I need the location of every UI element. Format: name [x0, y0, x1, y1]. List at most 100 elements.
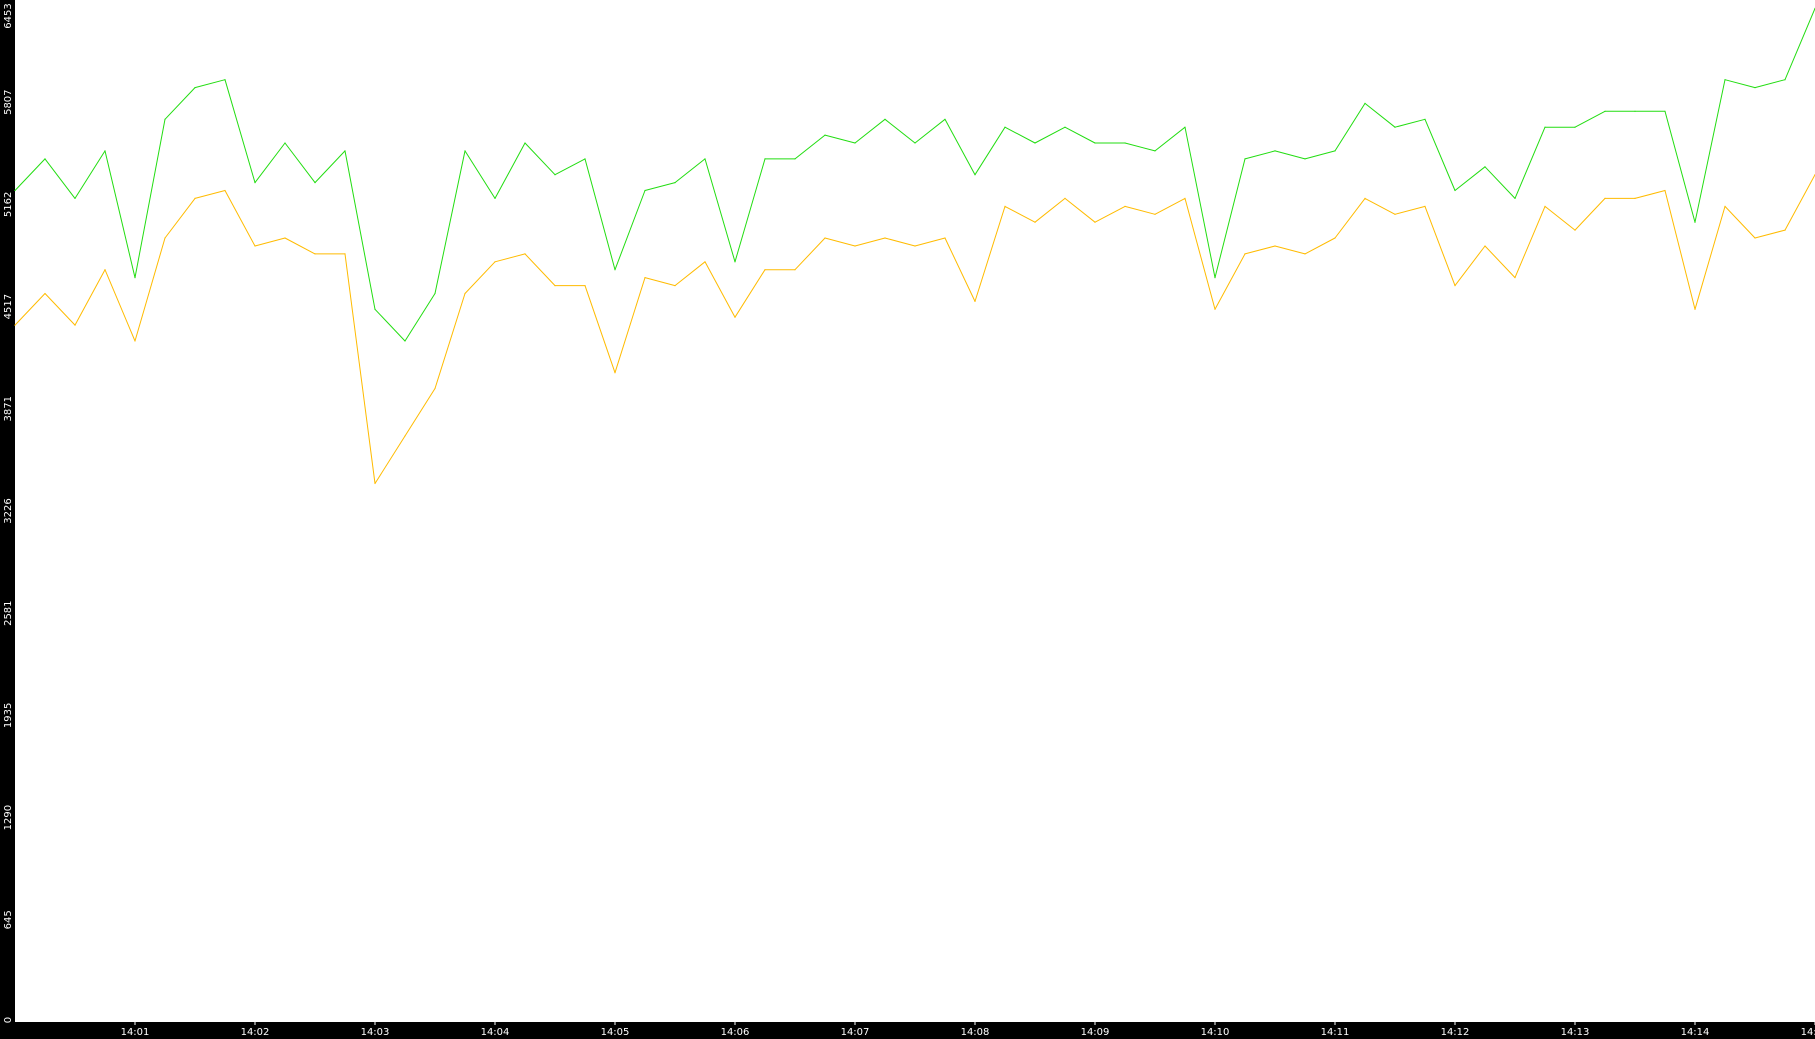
series-2-point: [1604, 197, 1606, 199]
series-1-point: [884, 118, 886, 120]
series-1-point: [494, 197, 496, 199]
x-tick-label: 14:04: [481, 1027, 510, 1038]
y-tick-label: 4517: [3, 294, 14, 319]
series-2-point: [134, 340, 136, 342]
series-1-point: [1274, 150, 1276, 152]
series-2-point: [1004, 205, 1006, 207]
series-1-point: [524, 142, 526, 144]
line-chart: 0 645 1290 1935 2581 3226 3871 4517 5162 5807 6453…: [0, 0, 1815, 1039]
series-2-point: [1364, 197, 1366, 199]
series-2-point: [1244, 253, 1246, 255]
series-1-point: [404, 340, 406, 342]
series-2-point: [1664, 189, 1666, 192]
series-2-point: [884, 237, 886, 239]
x-tick-label: 14:10: [1201, 1027, 1230, 1038]
series-2-point: [554, 285, 556, 287]
series-2-point: [524, 253, 526, 255]
series-1-point: [1454, 189, 1456, 192]
series-1-point: [1634, 110, 1636, 112]
series-2-point: [1184, 197, 1186, 199]
series-2-point: [584, 285, 586, 287]
series-1-point: [1364, 102, 1366, 104]
series-1-point: [1394, 126, 1396, 128]
series-1-point: [764, 158, 766, 160]
series-2-point: [914, 245, 916, 247]
x-tick-label: 14:07: [841, 1027, 870, 1038]
series-2-point: [1784, 229, 1786, 231]
series-2-point: [674, 285, 676, 287]
y-tick-label: 1290: [3, 805, 14, 830]
series-2-point: [1694, 308, 1696, 310]
series-1-point: [974, 174, 976, 176]
series-2-point: [1724, 205, 1726, 207]
series-2-point: [1574, 229, 1576, 231]
series-2-point: [44, 292, 46, 295]
x-axis-bar: [0, 1022, 1815, 1039]
series-1-point: [1754, 87, 1756, 89]
series-2-point: [644, 277, 646, 279]
series-1-point: [944, 118, 946, 120]
series-2-point: [224, 189, 226, 192]
series-1-point: [1184, 126, 1186, 128]
series-2-point: [1334, 237, 1336, 239]
x-tick-label: 14:13: [1561, 1027, 1590, 1038]
series-1-point: [1334, 150, 1336, 152]
series-1-point: [134, 277, 136, 279]
series-2-point: [434, 387, 436, 390]
x-tick-label: 14:05: [601, 1027, 630, 1038]
series-2-point: [1064, 197, 1066, 199]
y-tick-label: 2581: [3, 600, 14, 625]
series-2-point: [494, 261, 496, 263]
y-tick-label: 1935: [3, 703, 14, 728]
series-1-point: [1094, 142, 1096, 144]
x-tick-label: 14:11: [1321, 1027, 1350, 1038]
series-1-point: [674, 182, 676, 184]
y-tick-label: 3871: [3, 396, 14, 421]
series-2-point: [1544, 205, 1546, 207]
series-1-point: [734, 261, 736, 263]
series-1-point: [1154, 150, 1156, 152]
series-1-point: [554, 174, 556, 176]
series-1-point: [1034, 142, 1036, 144]
series-1-point: [824, 134, 826, 136]
series-1-point: [704, 158, 706, 160]
series-1-point: [854, 142, 856, 144]
x-tick-label: 14:01: [121, 1027, 150, 1038]
series-2-point: [1304, 253, 1306, 255]
series-1-point: [584, 158, 586, 160]
series-1-point: [104, 150, 106, 152]
series-2-point: [344, 253, 346, 255]
series-1-point: [284, 142, 286, 144]
series-1-point: [1724, 79, 1726, 81]
series-2-point: [1214, 308, 1216, 310]
series-1-point: [1214, 277, 1216, 279]
series-2-point: [1484, 245, 1486, 247]
series-2-point: [374, 482, 376, 485]
series-1-point: [1124, 142, 1126, 144]
x-tick-label: 14:09: [1081, 1027, 1110, 1038]
x-tick-label: 14:03: [361, 1027, 390, 1038]
series-2-point: [824, 237, 826, 239]
series-1-point: [44, 158, 46, 160]
series-2-point: [194, 197, 196, 199]
series-1-point: [1484, 166, 1486, 168]
series-1-point: [1544, 126, 1546, 128]
series-1-point: [914, 142, 916, 144]
series-2-point: [794, 269, 796, 271]
series-2-point: [1634, 197, 1636, 199]
series-2-point: [1154, 213, 1156, 215]
series-2-point: [74, 324, 76, 326]
series-1-point: [164, 118, 166, 120]
series-2-point: [1424, 205, 1426, 207]
series-1-point: [1664, 110, 1666, 112]
x-tick-label: 14:02: [241, 1027, 270, 1038]
x-tick-label: 14:08: [961, 1027, 990, 1038]
series-2-point: [1514, 277, 1516, 279]
series-2-point: [254, 245, 256, 247]
series-1-point: [1424, 118, 1426, 120]
series-1-point: [194, 87, 196, 89]
series-1-point: [1574, 126, 1576, 128]
series-1-point: [614, 269, 616, 271]
series-1-point: [1004, 126, 1006, 128]
x-tick-label: 14:06: [721, 1027, 750, 1038]
